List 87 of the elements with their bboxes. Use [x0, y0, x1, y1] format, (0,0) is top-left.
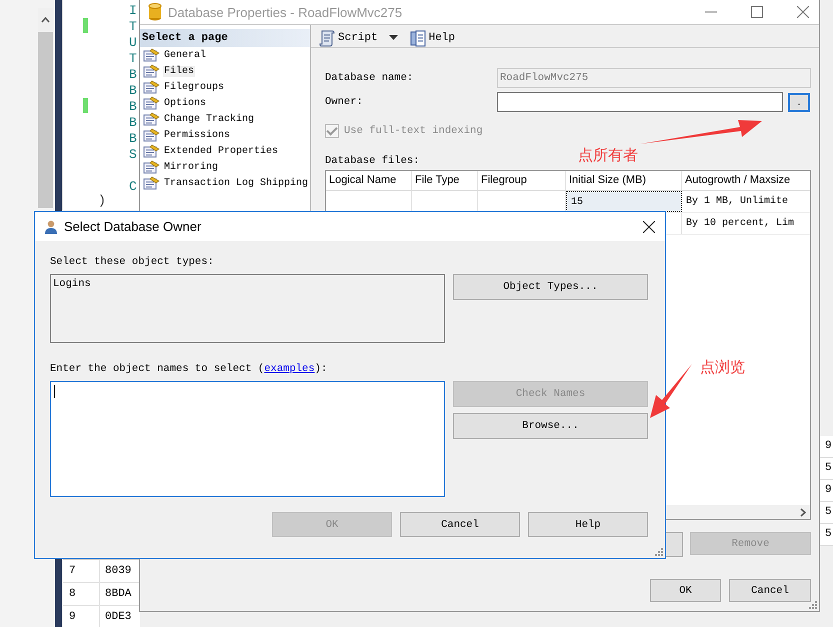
window-title: Database Properties - RoadFlowMvc275 [168, 4, 402, 20]
close-icon [797, 6, 809, 18]
annotation-text: 点浏览 [700, 358, 745, 377]
browse-button[interactable]: Browse... [453, 413, 648, 439]
table-cell: 8039 [99, 560, 132, 582]
code-line: B [129, 99, 138, 115]
checkbox-label: Use full-text indexing [344, 125, 483, 137]
page-item[interactable]: Mirroring [140, 159, 310, 175]
code-line: B [129, 83, 138, 99]
section-header: Select a page [140, 29, 310, 47]
page-icon [143, 112, 160, 126]
field-label: Database name: [325, 72, 414, 84]
field-label: Owner: [325, 96, 364, 108]
code-line: B [129, 115, 138, 131]
code-line: T [129, 51, 138, 67]
maximize-icon [751, 6, 763, 18]
ok-button[interactable]: OK [650, 579, 721, 602]
scroll-icon [319, 28, 335, 46]
browse-owner-button[interactable]: . [788, 92, 810, 112]
table-cell: 5 [820, 524, 833, 546]
row-number: 7 [68, 564, 77, 579]
column-header[interactable]: Initial Size (MB) [566, 171, 682, 190]
annotation-text: 点所有者 [578, 146, 638, 165]
field-label: Select these object types: [50, 256, 215, 270]
table-cell-text: By 1 MB, Unlimite [685, 194, 790, 209]
column-header[interactable]: File Type [412, 171, 478, 190]
table-cell: 8BDA [99, 583, 132, 605]
table-cell: 15 [566, 191, 682, 212]
scroll-up-icon [41, 17, 50, 23]
change-marker [83, 98, 88, 113]
cancel-button[interactable]: Cancel [400, 512, 520, 537]
object-types-list[interactable]: Logins [50, 274, 445, 343]
page-item[interactable]: Filegroups [140, 79, 310, 95]
script-button[interactable]: Script [319, 28, 398, 46]
object-types-button[interactable]: Object Types... [453, 274, 648, 300]
code-line: S [129, 147, 138, 163]
page-icon [143, 144, 160, 158]
table-cell: 9 [820, 480, 833, 502]
page-item[interactable]: Transaction Log Shipping [140, 175, 310, 191]
column-header[interactable]: Logical Name [326, 171, 412, 190]
table-cell: 5 [820, 458, 833, 480]
list-item[interactable]: Logins [53, 278, 442, 290]
page-item[interactable]: Extended Properties [140, 143, 310, 159]
caret-icon [388, 35, 398, 40]
page-icon [143, 64, 160, 78]
table-cell: 5 [820, 502, 833, 524]
scroll-right-icon [800, 508, 806, 516]
owner-field[interactable] [497, 92, 783, 112]
row-number: 8 [68, 587, 77, 602]
page-icon [143, 176, 160, 190]
help-book-icon [410, 28, 426, 46]
resize-grip-icon [809, 601, 817, 609]
resize-grip-icon [655, 548, 663, 556]
page-item[interactable]: Change Tracking [140, 111, 310, 127]
page-icon [143, 96, 160, 110]
page-item[interactable]: Permissions [140, 127, 310, 143]
code-line: ) [98, 193, 106, 208]
table-cell: 0DE3 [99, 606, 132, 627]
code-line: B [129, 131, 138, 147]
help-button[interactable]: Help [528, 512, 648, 537]
table-cell-text: By 10 percent, Lim [685, 216, 796, 231]
page-icon [143, 80, 160, 94]
cancel-button[interactable]: Cancel [729, 579, 811, 602]
row-number: 9 [68, 610, 77, 625]
field-label: Enter the object names to select (examples): [50, 363, 328, 377]
page-icon [143, 128, 160, 142]
page-icon [143, 48, 160, 62]
page-item[interactable]: Options [140, 95, 310, 111]
page-item[interactable]: General [140, 47, 310, 63]
code-line: B [129, 67, 138, 83]
change-marker [83, 18, 88, 33]
code-line: I [129, 3, 138, 19]
code-line: C [129, 179, 138, 195]
column-header[interactable]: Autogrowth / Maxsize [682, 171, 810, 190]
page-item[interactable]: Files [140, 63, 310, 79]
examples-link[interactable]: examples [264, 363, 315, 375]
object-names-field[interactable] [50, 381, 445, 497]
page-icon [143, 160, 160, 174]
help-button[interactable]: Help [410, 28, 456, 46]
code-line: U [129, 35, 138, 51]
column-header[interactable]: Filegroup [478, 171, 566, 190]
code-line: T [129, 19, 138, 35]
table-cell: 9 [820, 436, 833, 458]
database-icon [148, 3, 162, 21]
dialog-title: Select Database Owner [64, 219, 202, 234]
close-icon [643, 220, 655, 232]
user-icon [44, 220, 58, 234]
